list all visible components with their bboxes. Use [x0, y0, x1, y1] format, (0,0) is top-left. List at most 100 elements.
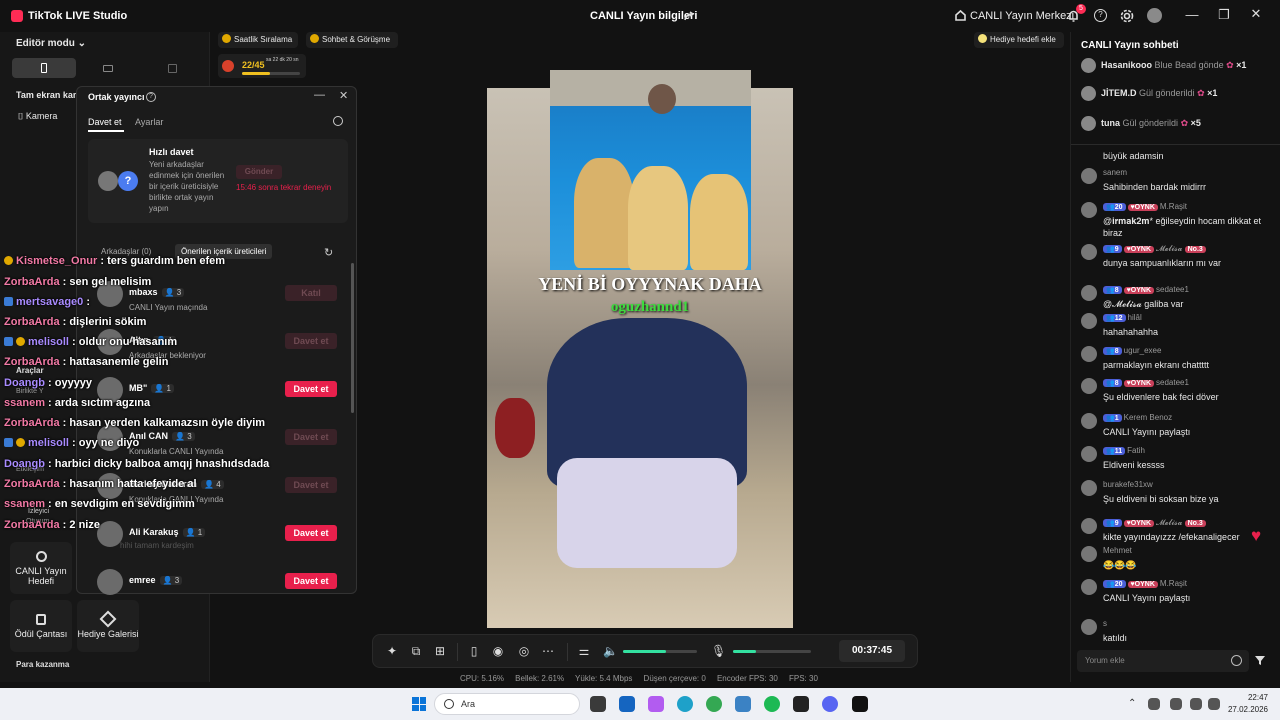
chat-avatar[interactable]: [1081, 480, 1097, 496]
chat-avatar[interactable]: [1081, 378, 1097, 394]
volume-tray-icon[interactable]: [1208, 698, 1220, 710]
volume-slider[interactable]: [623, 650, 697, 653]
help-icon[interactable]: ?: [1094, 9, 1107, 22]
portrait-mode-button[interactable]: [12, 58, 76, 78]
minimize-panel-button[interactable]: —: [314, 89, 325, 101]
hourly-ranking-chip[interactable]: Saatlik Sıralama: [218, 32, 298, 48]
chat-avatar[interactable]: [1081, 346, 1097, 362]
copilot-icon[interactable]: [648, 696, 664, 712]
overlay-user: Doangb: [4, 458, 45, 470]
chat-avatar[interactable]: [1081, 446, 1097, 462]
reward-bag-tile[interactable]: Ödül Çantası: [10, 600, 72, 652]
overlay-user: ZorbaArda: [4, 478, 60, 490]
refresh-icon[interactable]: ↻: [324, 246, 333, 259]
discord-icon[interactable]: [822, 696, 838, 712]
invite-button[interactable]: Davet et: [285, 381, 337, 397]
landscape-mode-button[interactable]: [76, 58, 140, 78]
overlay-text: ters guardım ben efem: [107, 255, 226, 267]
settings-app-icon[interactable]: [735, 696, 751, 712]
chat-avatar[interactable]: [1081, 313, 1097, 329]
camera-source[interactable]: ⌷ Kamera: [18, 111, 57, 122]
goal-progress-chip[interactable]: 22/45 sa 22 dk 20 sn: [218, 54, 306, 78]
chat-avatar[interactable]: [1081, 579, 1097, 595]
emoji-icon[interactable]: [1231, 655, 1242, 666]
invite-button[interactable]: Davet et: [285, 429, 337, 445]
phone-mode-icon[interactable]: ▯: [467, 644, 481, 658]
live-info-title[interactable]: CANLI Yayın bilgileri: [590, 10, 697, 22]
chrome-icon[interactable]: [706, 696, 722, 712]
capture-icon[interactable]: ◎: [517, 644, 531, 658]
invite-button[interactable]: Davet et: [285, 477, 337, 493]
dual-mode-button[interactable]: [140, 58, 204, 78]
fanclub-badge: ♥OYNK: [1127, 581, 1158, 588]
gift-gallery-tile[interactable]: Hediye Galerisi: [77, 600, 139, 652]
invite-button[interactable]: Davet et: [285, 525, 337, 541]
scrollbar[interactable]: [351, 263, 354, 413]
divider: [457, 643, 458, 661]
dropped-frames-stat: Düşen çerçeve: 0: [643, 674, 706, 683]
search-icon[interactable]: [333, 116, 343, 126]
live-center-link[interactable]: CANLI Yayın Merkezi: [970, 10, 1074, 22]
mic-slider[interactable]: [733, 650, 811, 653]
tab-settings[interactable]: Ayarlar: [135, 117, 163, 127]
close-button[interactable]: ✕: [1241, 6, 1271, 22]
outlook-icon[interactable]: [619, 696, 635, 712]
task-view-icon[interactable]: [590, 696, 606, 712]
filter-icon[interactable]: [1254, 654, 1266, 666]
fanclub-badge: ♥OYNK: [1123, 246, 1155, 253]
maximize-button[interactable]: ❐: [1209, 7, 1239, 23]
mic-icon[interactable]: 🎙: [711, 644, 726, 658]
tiktok-live-taskbar-icon[interactable]: [852, 696, 868, 712]
mixer-icon[interactable]: ⚌: [577, 644, 591, 658]
mic-tray-icon[interactable]: [1170, 698, 1182, 710]
share-icon[interactable]: [683, 10, 695, 22]
home-icon[interactable]: [954, 9, 967, 22]
minimize-button[interactable]: —: [1177, 7, 1207, 22]
effects-icon[interactable]: ⧉: [409, 644, 423, 658]
invite-button[interactable]: Katıl: [285, 285, 337, 301]
wifi-icon[interactable]: [1190, 698, 1202, 710]
chat-avatar[interactable]: [1081, 202, 1097, 218]
comment-input[interactable]: Yorum ekle: [1077, 650, 1249, 672]
info-icon[interactable]: ?: [146, 92, 156, 102]
chat-avatar[interactable]: [1081, 619, 1097, 635]
invite-button[interactable]: Davet et: [285, 573, 337, 589]
spotify-icon[interactable]: [764, 696, 780, 712]
send-button[interactable]: Gönder: [236, 165, 282, 179]
magic-icon[interactable]: ✦: [385, 644, 399, 658]
tab-invite[interactable]: Davet et: [88, 117, 122, 127]
editor-mode-dropdown[interactable]: Editör modu ⌄: [16, 38, 86, 49]
network-icon[interactable]: [1148, 698, 1160, 710]
taskbar-date[interactable]: 27.02.2026: [1226, 705, 1268, 714]
gear-icon[interactable]: [1120, 9, 1134, 23]
taskbar-search[interactable]: Ara: [434, 693, 580, 715]
creator-avatar[interactable]: [97, 569, 123, 595]
invite-button[interactable]: Davet et: [285, 333, 337, 349]
layout-icon[interactable]: ⊞: [433, 644, 447, 658]
windows-start-icon[interactable]: [412, 697, 426, 711]
chat-meta: 👥11 Fatih: [1103, 446, 1145, 455]
chat-avatar[interactable]: [1081, 244, 1097, 260]
taskbar-time[interactable]: 22:47: [1234, 693, 1268, 702]
live-goal-tile[interactable]: CANLI Yayın Hedefi: [10, 542, 72, 594]
live-chat-panel: CANLI Yayın sohbeti Hasanikooo Blue Bead…: [1070, 32, 1280, 682]
record-icon[interactable]: ◉: [491, 644, 505, 658]
overlay-chat-line: melisoll : oyy ne diyo: [4, 437, 139, 449]
speaker-icon[interactable]: 🔈: [603, 644, 618, 658]
chat-avatar[interactable]: [1081, 168, 1097, 184]
chat-avatar[interactable]: [1081, 285, 1097, 301]
app-icon[interactable]: [793, 696, 809, 712]
title-bar: TikTok LIVE Studio CANLI Yayın bilgileri…: [0, 0, 1280, 32]
chat-avatar[interactable]: [1081, 518, 1097, 534]
goal-progress-bar: [242, 72, 300, 75]
taskbar-search-label: Ara: [461, 699, 476, 709]
chat-meet-chip[interactable]: Sohbet & Görüşme: [306, 32, 398, 48]
edge-icon[interactable]: [677, 696, 693, 712]
chat-avatar[interactable]: [1081, 413, 1097, 429]
close-panel-button[interactable]: ✕: [339, 89, 348, 102]
chat-avatar[interactable]: [1081, 546, 1097, 562]
more-icon[interactable]: ⋯: [541, 644, 555, 658]
user-avatar[interactable]: [1147, 8, 1162, 23]
tray-chevron-icon[interactable]: ⌃: [1128, 698, 1136, 709]
add-gift-goal-chip[interactable]: Hediye hedefi ekle: [974, 32, 1064, 48]
